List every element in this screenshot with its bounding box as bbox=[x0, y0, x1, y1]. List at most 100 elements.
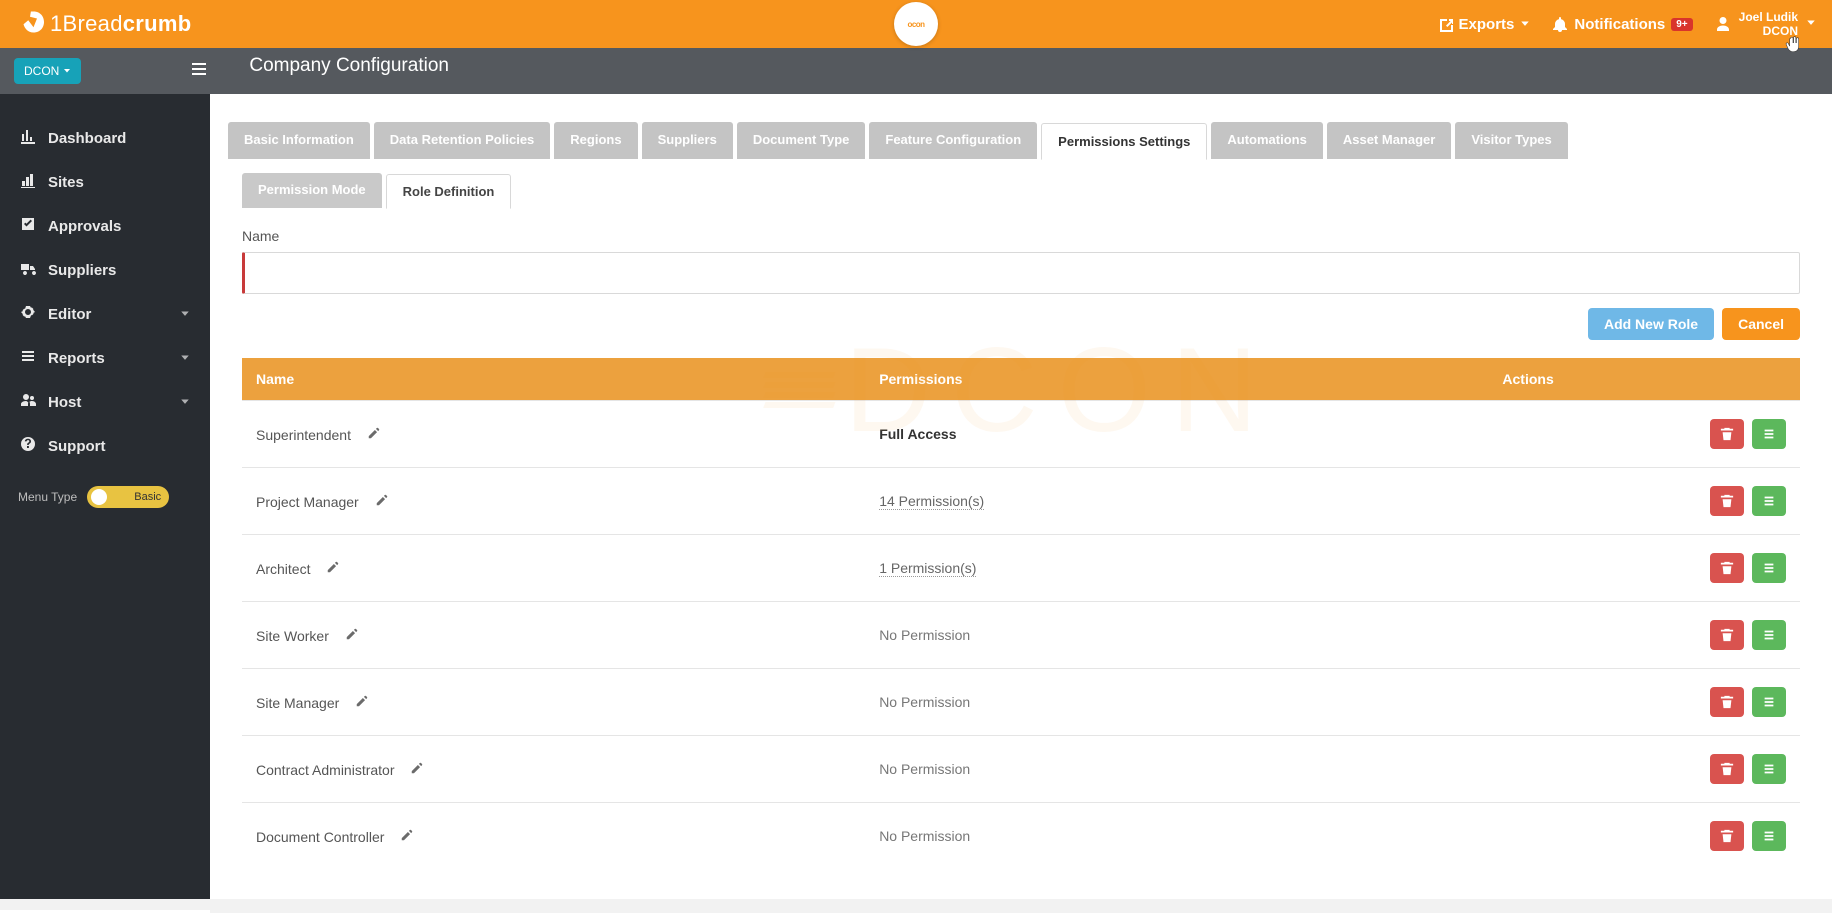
details-button[interactable] bbox=[1752, 821, 1786, 851]
caret-down-icon bbox=[1520, 16, 1530, 33]
tab-document-type[interactable]: Document Type bbox=[737, 122, 866, 159]
tab-regions[interactable]: Regions bbox=[554, 122, 637, 159]
edit-icon[interactable] bbox=[410, 762, 424, 778]
table-row: Architect 1 Permission(s) bbox=[242, 535, 1800, 602]
menu-type-row: Menu Type Basic bbox=[0, 486, 210, 508]
role-name: Site Worker bbox=[256, 628, 329, 644]
brand[interactable]: 1Breadcrumb bbox=[16, 8, 192, 41]
tab-permissions-settings[interactable]: Permissions Settings bbox=[1041, 123, 1207, 160]
cursor-hand-icon bbox=[1784, 36, 1802, 59]
details-button[interactable] bbox=[1752, 553, 1786, 583]
edit-icon[interactable] bbox=[367, 427, 381, 443]
sidebar-item-label: Reports bbox=[48, 350, 105, 367]
sidebar-item-support[interactable]: Support bbox=[0, 424, 210, 468]
sidebar-item-dashboard[interactable]: Dashboard bbox=[0, 116, 210, 160]
tab-feature-configuration[interactable]: Feature Configuration bbox=[869, 122, 1037, 159]
sidebar-item-label: Support bbox=[48, 438, 106, 455]
permissions-text: Full Access bbox=[879, 426, 956, 442]
notifications-badge: 9+ bbox=[1671, 18, 1692, 31]
page-title: Company Configuration bbox=[249, 55, 449, 87]
col-permissions: Permissions bbox=[865, 358, 1488, 401]
sidebar-item-approvals[interactable]: Approvals bbox=[0, 204, 210, 248]
table-row: Document Controller No Permission bbox=[242, 803, 1800, 870]
permissions-text[interactable]: 14 Permission(s) bbox=[879, 493, 984, 510]
notifications-button[interactable]: Notifications 9+ bbox=[1552, 16, 1692, 33]
chevron-down-icon bbox=[180, 394, 190, 411]
tab-asset-manager[interactable]: Asset Manager bbox=[1327, 122, 1451, 159]
list-icon bbox=[20, 348, 36, 368]
exports-menu[interactable]: Exports bbox=[1437, 16, 1531, 33]
delete-button[interactable] bbox=[1710, 754, 1744, 784]
role-name: Contract Administrator bbox=[256, 762, 395, 778]
role-name-input[interactable] bbox=[242, 252, 1800, 294]
details-button[interactable] bbox=[1752, 754, 1786, 784]
tab-data-retention-policies[interactable]: Data Retention Policies bbox=[374, 122, 550, 159]
table-row: Site Manager No Permission bbox=[242, 669, 1800, 736]
edit-icon[interactable] bbox=[355, 695, 369, 711]
topbar: 1Breadcrumb ocon Exports Notifications 9… bbox=[0, 0, 1832, 48]
add-new-role-button[interactable]: Add New Role bbox=[1588, 308, 1714, 340]
site-icon bbox=[20, 172, 36, 192]
sidebar-toggle-icon[interactable] bbox=[81, 61, 207, 82]
permissions-text[interactable]: 1 Permission(s) bbox=[879, 560, 976, 577]
details-button[interactable] bbox=[1752, 687, 1786, 717]
sidebar-item-label: Dashboard bbox=[48, 130, 126, 147]
table-row: Contract Administrator No Permission bbox=[242, 736, 1800, 803]
chevron-down-icon bbox=[180, 350, 190, 367]
check-icon bbox=[20, 216, 36, 236]
host-icon bbox=[20, 392, 36, 412]
user-menu[interactable]: Joel Ludik DCON bbox=[1715, 10, 1816, 39]
delete-button[interactable] bbox=[1710, 620, 1744, 650]
exports-label: Exports bbox=[1459, 16, 1515, 33]
truck-icon bbox=[20, 260, 36, 280]
org-selector-label: DCON bbox=[24, 64, 59, 78]
role-name: Document Controller bbox=[256, 829, 384, 845]
sidebar-item-editor[interactable]: Editor bbox=[0, 292, 210, 336]
sidebar: Dashboard Sites Approvals Suppliers Edit… bbox=[0, 94, 210, 899]
edit-icon[interactable] bbox=[375, 494, 389, 510]
menu-type-toggle[interactable]: Basic bbox=[87, 486, 169, 508]
delete-button[interactable] bbox=[1710, 419, 1744, 449]
subtabstrip: Permission ModeRole Definition bbox=[228, 173, 1814, 208]
edit-icon[interactable] bbox=[345, 628, 359, 644]
org-selector[interactable]: DCON bbox=[14, 58, 81, 84]
edit-icon[interactable] bbox=[400, 829, 414, 845]
details-button[interactable] bbox=[1752, 620, 1786, 650]
delete-button[interactable] bbox=[1710, 486, 1744, 516]
details-button[interactable] bbox=[1752, 486, 1786, 516]
sidebar-item-host[interactable]: Host bbox=[0, 380, 210, 424]
roles-table: NamePermissionsActions Superintendent Fu… bbox=[242, 358, 1800, 869]
tab-visitor-types[interactable]: Visitor Types bbox=[1455, 122, 1567, 159]
sidebar-item-label: Host bbox=[48, 394, 81, 411]
subtab-role-definition[interactable]: Role Definition bbox=[386, 174, 512, 209]
chevron-down-icon bbox=[1806, 17, 1816, 31]
cancel-button[interactable]: Cancel bbox=[1722, 308, 1800, 340]
sidebar-item-label: Suppliers bbox=[48, 262, 116, 279]
sidebar-item-sites[interactable]: Sites bbox=[0, 160, 210, 204]
org-badge-label: ocon bbox=[907, 20, 924, 29]
tab-suppliers[interactable]: Suppliers bbox=[642, 122, 733, 159]
delete-button[interactable] bbox=[1710, 821, 1744, 851]
sidebar-item-label: Editor bbox=[48, 306, 91, 323]
permissions-text: No Permission bbox=[879, 627, 970, 643]
tab-basic-information[interactable]: Basic Information bbox=[228, 122, 370, 159]
tab-automations[interactable]: Automations bbox=[1211, 122, 1322, 159]
sidebar-item-label: Approvals bbox=[48, 218, 121, 235]
name-field-label: Name bbox=[242, 228, 1800, 244]
brand-text: 1Breadcrumb bbox=[50, 11, 192, 37]
gear-icon bbox=[20, 304, 36, 324]
user-name: Joel Ludik bbox=[1739, 10, 1798, 24]
role-name: Superintendent bbox=[256, 427, 351, 443]
details-button[interactable] bbox=[1752, 419, 1786, 449]
delete-button[interactable] bbox=[1710, 553, 1744, 583]
delete-button[interactable] bbox=[1710, 687, 1744, 717]
menu-type-label: Menu Type bbox=[18, 490, 77, 504]
brand-logo-icon bbox=[16, 8, 44, 41]
table-row: Project Manager 14 Permission(s) bbox=[242, 468, 1800, 535]
edit-icon[interactable] bbox=[326, 561, 340, 577]
menu-type-value: Basic bbox=[134, 491, 161, 503]
user-names: Joel Ludik DCON bbox=[1739, 10, 1798, 39]
subtab-permission-mode[interactable]: Permission Mode bbox=[242, 173, 382, 208]
sidebar-item-suppliers[interactable]: Suppliers bbox=[0, 248, 210, 292]
sidebar-item-reports[interactable]: Reports bbox=[0, 336, 210, 380]
